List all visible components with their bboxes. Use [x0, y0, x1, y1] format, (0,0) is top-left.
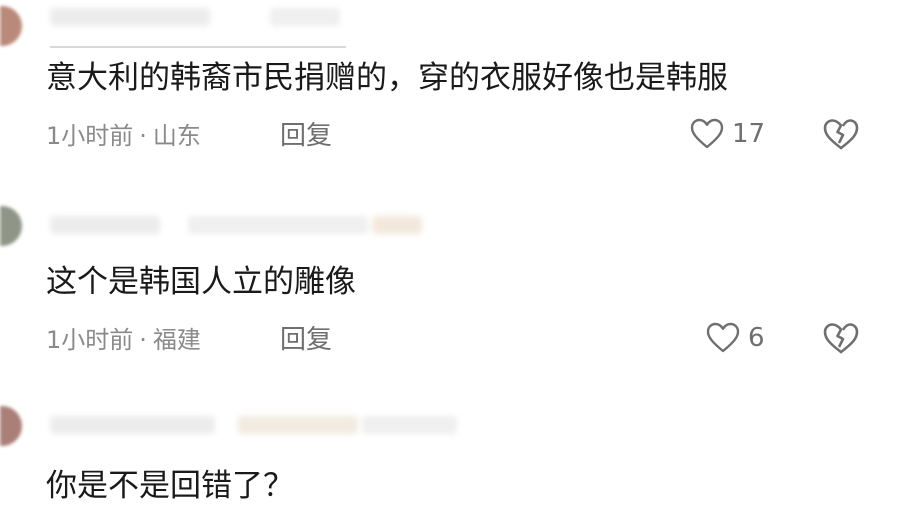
like-button[interactable]: 6 [706, 322, 765, 354]
comment-location: 山东 [152, 122, 201, 150]
comment-text: 这个是韩国人立的雕像 [46, 264, 356, 300]
username-blurred [238, 416, 358, 434]
comment-meta: 1小时前 · 山东 [46, 120, 201, 152]
avatar[interactable] [0, 406, 22, 446]
broken-heart-icon [822, 118, 860, 152]
dislike-button[interactable] [822, 322, 860, 356]
comment-item: 你是不是回错了？ [0, 400, 904, 520]
comment-location: 福建 [152, 326, 201, 354]
dislike-button[interactable] [822, 118, 860, 152]
like-button[interactable]: 17 [690, 118, 765, 150]
divider [50, 46, 346, 48]
comment-text: 你是不是回错了？ [46, 468, 294, 504]
avatar[interactable] [0, 206, 22, 246]
reply-button[interactable]: 回复 [280, 120, 332, 152]
comment-item: 意大利的韩裔市民捐赠的，穿的衣服好像也是韩服 1小时前 · 山东 回复 17 [0, 0, 904, 180]
comment-meta: 1小时前 · 福建 [46, 324, 201, 356]
like-count: 6 [748, 323, 765, 353]
username-blurred [372, 216, 422, 234]
broken-heart-icon [822, 322, 860, 356]
username-blurred [50, 416, 215, 434]
meta-separator: · [139, 326, 147, 354]
comment-item: 这个是韩国人立的雕像 1小时前 · 福建 回复 6 [0, 196, 904, 386]
username-blurred [270, 8, 340, 26]
reply-button[interactable]: 回复 [280, 324, 332, 356]
comment-time: 1小时前 [46, 122, 134, 150]
comment-time: 1小时前 [46, 326, 134, 354]
meta-separator: · [139, 122, 147, 150]
username-blurred [362, 416, 457, 434]
username-blurred [50, 216, 160, 234]
avatar[interactable] [0, 6, 22, 46]
like-count: 17 [732, 119, 766, 149]
username-blurred [188, 216, 368, 234]
heart-outline-icon [706, 322, 740, 354]
heart-outline-icon [690, 118, 724, 150]
username-blurred [50, 8, 210, 26]
comment-text: 意大利的韩裔市民捐赠的，穿的衣服好像也是韩服 [46, 60, 728, 96]
